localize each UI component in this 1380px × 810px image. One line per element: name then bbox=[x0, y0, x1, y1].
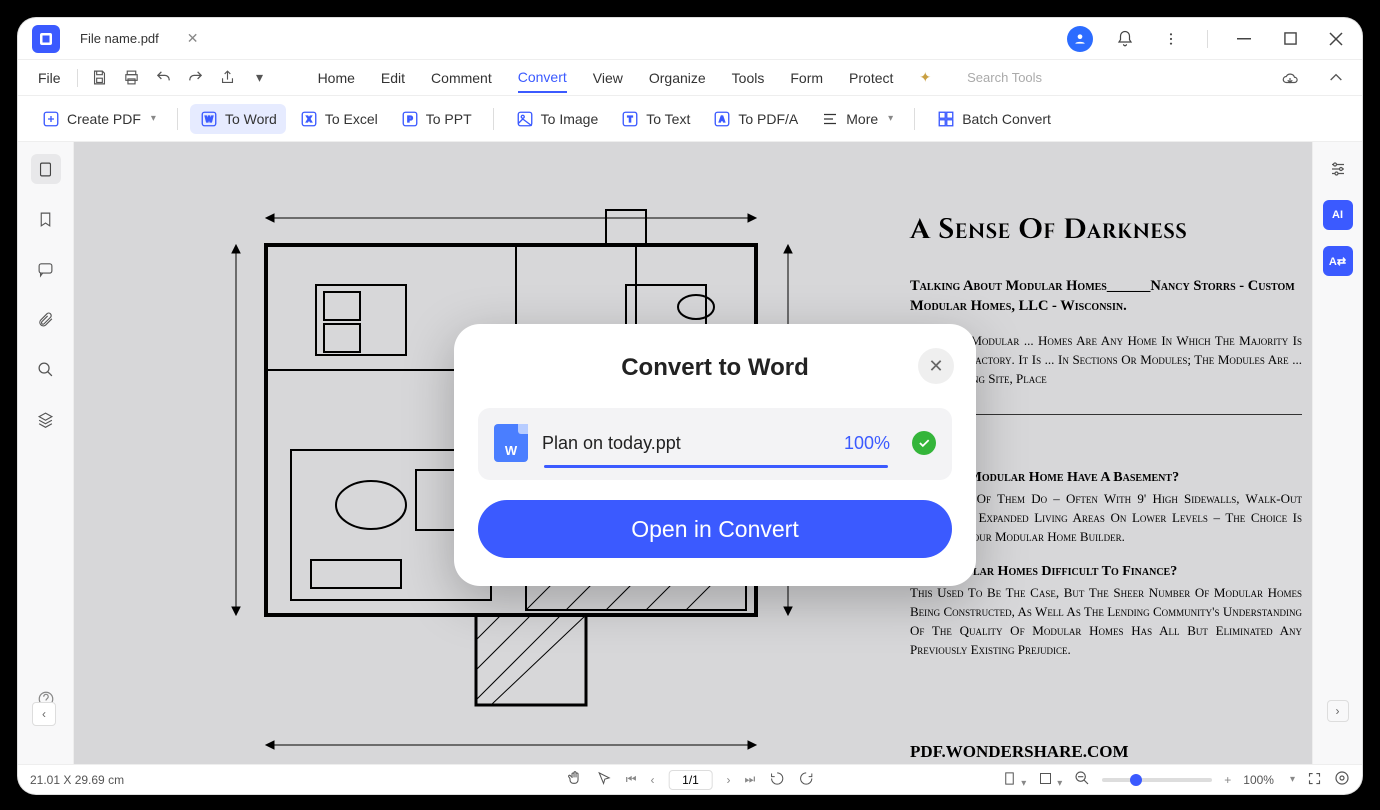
modal-title: Convert to Word bbox=[478, 354, 952, 382]
modal-file-name: Plan on today.ppt bbox=[542, 433, 830, 454]
modal-backdrop: ✕ Convert to Word W Plan on today.ppt 10… bbox=[18, 18, 1362, 794]
success-check-icon bbox=[912, 431, 936, 455]
convert-modal: ✕ Convert to Word W Plan on today.ppt 10… bbox=[454, 324, 976, 586]
modal-progress-bar bbox=[544, 465, 888, 468]
app-window: File name.pdf ✕ File ▾ Home Edit Comment… bbox=[18, 18, 1362, 794]
modal-file-row: W Plan on today.ppt 100% bbox=[478, 408, 952, 480]
modal-progress-percent: 100% bbox=[844, 433, 890, 454]
word-file-icon: W bbox=[494, 424, 528, 462]
modal-close-button[interactable]: ✕ bbox=[918, 348, 954, 384]
open-in-convert-button[interactable]: Open in Convert bbox=[478, 500, 952, 558]
